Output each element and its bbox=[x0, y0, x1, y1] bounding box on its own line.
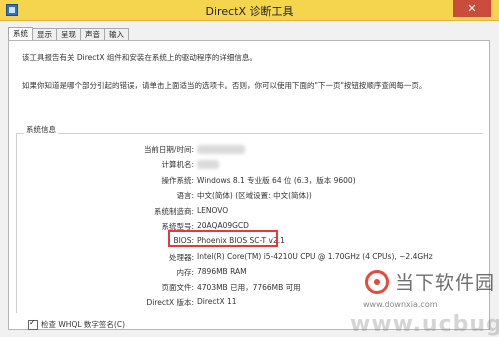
intro-line-1: 该工具报告有关 DirectX 组件和安装在系统上的驱动程序的详细信息。 bbox=[22, 53, 257, 62]
value-memory: 7896MB RAM bbox=[197, 267, 247, 276]
value-processor: Intel(R) Core(TM) i5-4210U CPU @ 1.70GHz… bbox=[197, 252, 433, 261]
label-language: 语言: bbox=[176, 191, 194, 200]
system-info-title: 系统信息 bbox=[24, 124, 58, 135]
tab-system[interactable]: 系统 bbox=[8, 27, 33, 41]
label-directx-version: DirectX 版本: bbox=[146, 298, 194, 307]
watermark-url-large: www.ucbug.com bbox=[350, 312, 499, 337]
intro-line-2: 如果你知道是哪个部分引起的错误，请单击上面适当的选项卡。否则，你可以使用下面的"… bbox=[22, 81, 427, 90]
row-os: 操作系统: Windows 8.1 专业版 64 位 (6.3，版本 9600) bbox=[0, 175, 499, 187]
close-button[interactable]: ✕ bbox=[453, 0, 491, 17]
whql-checkbox-row[interactable]: 检查 WHQL 数字签名(C) bbox=[28, 318, 125, 330]
value-language: 中文(简体) (区域设置: 中文(简体)) bbox=[197, 191, 312, 200]
label-os: 操作系统: bbox=[161, 176, 194, 185]
value-pagefile: 4703MB 已用，7766MB 可用 bbox=[197, 283, 301, 292]
datetime-redacted bbox=[197, 145, 245, 154]
row-language: 语言: 中文(简体) (区域设置: 中文(简体)) bbox=[0, 190, 499, 202]
label-manufacturer: 系统制造商: bbox=[153, 207, 194, 216]
whql-checkbox[interactable] bbox=[28, 318, 38, 330]
label-processor: 处理器: bbox=[168, 253, 194, 262]
value-model: 20AQA09GCD bbox=[197, 221, 249, 230]
row-manufacturer: 系统制造商: LENOVO bbox=[0, 206, 499, 218]
label-datetime: 当前日期/时间: bbox=[143, 145, 194, 154]
row-computer-name: 计算机名: bbox=[0, 159, 499, 171]
value-directx-version: DirectX 11 bbox=[197, 297, 237, 306]
label-pagefile: 页面文件: bbox=[161, 283, 194, 292]
value-manufacturer: LENOVO bbox=[197, 206, 229, 215]
label-memory: 内存: bbox=[176, 268, 194, 277]
watermark-brand: 当下软件园 bbox=[395, 272, 496, 294]
bios-highlight-box bbox=[168, 230, 278, 247]
title-bar: DirectX 诊断工具 ✕ bbox=[0, 0, 499, 21]
tab-strip: 系统 显示 呈现 声音 输入 bbox=[8, 27, 129, 41]
whql-checkbox-label: 检查 WHQL 数字签名(C) bbox=[41, 320, 125, 329]
label-computer-name: 计算机名: bbox=[161, 160, 194, 169]
window-title: DirectX 诊断工具 bbox=[205, 5, 294, 18]
row-datetime: 当前日期/时间: bbox=[0, 144, 499, 156]
computer-name-redacted bbox=[197, 160, 219, 169]
row-processor: 处理器: Intel(R) Core(TM) i5-4210U CPU @ 1.… bbox=[0, 252, 499, 264]
watermark-logo-icon bbox=[365, 270, 389, 294]
value-os: Windows 8.1 专业版 64 位 (6.3，版本 9600) bbox=[197, 176, 356, 185]
watermark-url-small: www.downxia.com bbox=[363, 300, 438, 309]
